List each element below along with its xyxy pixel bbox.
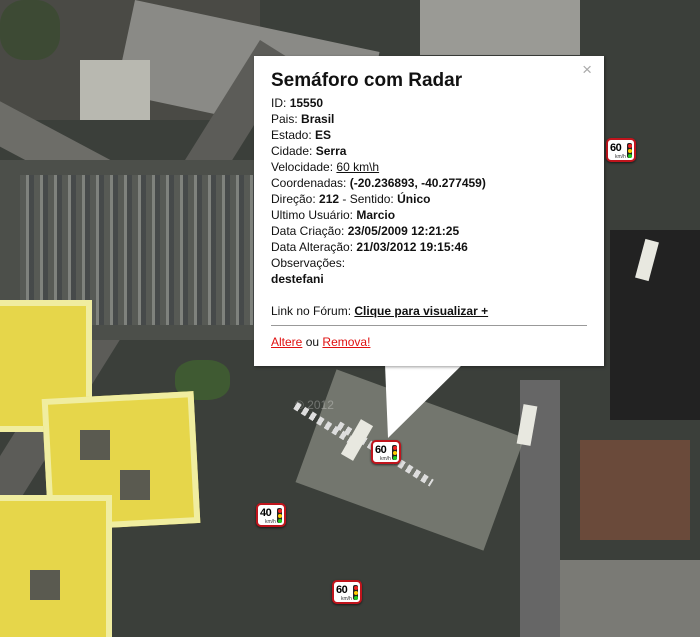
radar-marker-60-selected[interactable]: 60 km/h (371, 440, 401, 464)
map-watermark: © 2012 (295, 398, 334, 412)
field-notes-value: destefani (271, 271, 587, 287)
map-courtyard (30, 570, 60, 600)
marker-unit: km/h (265, 519, 276, 525)
field-value: ES (315, 128, 332, 142)
edit-link[interactable]: Altere (271, 335, 302, 349)
field-label: Ultimo Usuário: (271, 208, 354, 222)
field-value: Serra (315, 144, 347, 158)
field-value: Brasil (301, 112, 335, 126)
field-value: destefani (271, 272, 324, 286)
field-state: Estado: ES (271, 127, 587, 143)
radar-marker-40[interactable]: 40 km/h (256, 503, 286, 527)
field-id: ID: 15550 (271, 95, 587, 111)
marker-unit: km/h (380, 456, 391, 462)
map-trees (0, 0, 60, 60)
traffic-light-icon (277, 508, 282, 523)
map-yellow-building (0, 495, 112, 637)
field-last-user: Ultimo Usuário: Marcio (271, 207, 587, 223)
field-city: Cidade: Serra (271, 143, 587, 159)
traffic-light-icon (392, 445, 397, 460)
field-value: (-20.236893, -40.277459) (349, 176, 486, 190)
divider (271, 325, 587, 326)
field-created: Data Criação: 23/05/2009 12:21:25 (271, 223, 587, 239)
field-label: - Sentido: (342, 192, 394, 206)
map-building (610, 230, 700, 420)
marker-speed: 60 (336, 584, 348, 596)
forum-link[interactable]: Clique para visualizar + (354, 304, 488, 318)
map-building (80, 60, 150, 120)
marker-speed: 40 (260, 507, 272, 519)
field-label: Estado: (271, 128, 312, 142)
field-coordinates: Coordenadas: (-20.236893, -40.277459) (271, 175, 587, 191)
radar-marker-60-bottom[interactable]: 60 km/h (332, 580, 362, 604)
popup-title: Semáforo com Radar (271, 70, 463, 91)
speed-link[interactable]: 60 km\h (336, 160, 379, 174)
map-warehouse-roof (420, 0, 580, 55)
traffic-light-icon (627, 143, 632, 158)
field-label: Coordenadas: (271, 176, 347, 190)
close-icon[interactable]: × (582, 61, 592, 78)
field-value: 21/03/2012 19:15:46 (356, 240, 468, 254)
map-plaza (295, 369, 525, 551)
field-label: ID: (271, 96, 287, 110)
actions-row: Altere ou Remova! (271, 334, 587, 350)
radar-marker-60-right[interactable]: 60 km/h (606, 138, 636, 162)
marker-unit: km/h (615, 154, 626, 160)
map-building (580, 440, 690, 540)
info-popup: × Semáforo com Radar ID: 15550 Pais: Bra… (254, 56, 604, 366)
field-notes-label: Observações: (271, 256, 346, 270)
field-value: 23/05/2009 12:21:25 (347, 224, 460, 238)
remove-link[interactable]: Remova! (322, 335, 370, 349)
or-text: ou (305, 335, 320, 349)
field-value: 15550 (289, 96, 324, 110)
field-label: Link no Fórum: (271, 304, 352, 318)
marker-speed: 60 (610, 142, 622, 154)
map-building (560, 560, 700, 637)
field-label: Cidade: (271, 144, 313, 158)
field-speed: Velocidade: 60 km\h (271, 159, 587, 175)
traffic-light-icon (353, 585, 358, 600)
field-direction: Direção: 212 - Sentido: Único (271, 191, 587, 207)
map-courtyard (80, 430, 110, 460)
field-label: Direção: (271, 192, 316, 206)
field-label: Pais: (271, 112, 298, 126)
forum-row: Link no Fórum: Clique para visualizar + (271, 303, 587, 319)
field-value: Marcio (356, 208, 396, 222)
marker-unit: km/h (341, 596, 352, 602)
field-label: Data Alteração: (271, 240, 354, 254)
marker-speed: 60 (375, 444, 387, 456)
map-courtyard (120, 470, 150, 500)
field-label: Velocidade: (271, 160, 334, 174)
field-label: Data Criação: (271, 224, 345, 238)
field-value: 212 (319, 192, 340, 206)
field-changed: Data Alteração: 21/03/2012 19:15:46 (271, 239, 587, 255)
field-country: Pais: Brasil (271, 111, 587, 127)
field-value: Único (397, 192, 431, 206)
